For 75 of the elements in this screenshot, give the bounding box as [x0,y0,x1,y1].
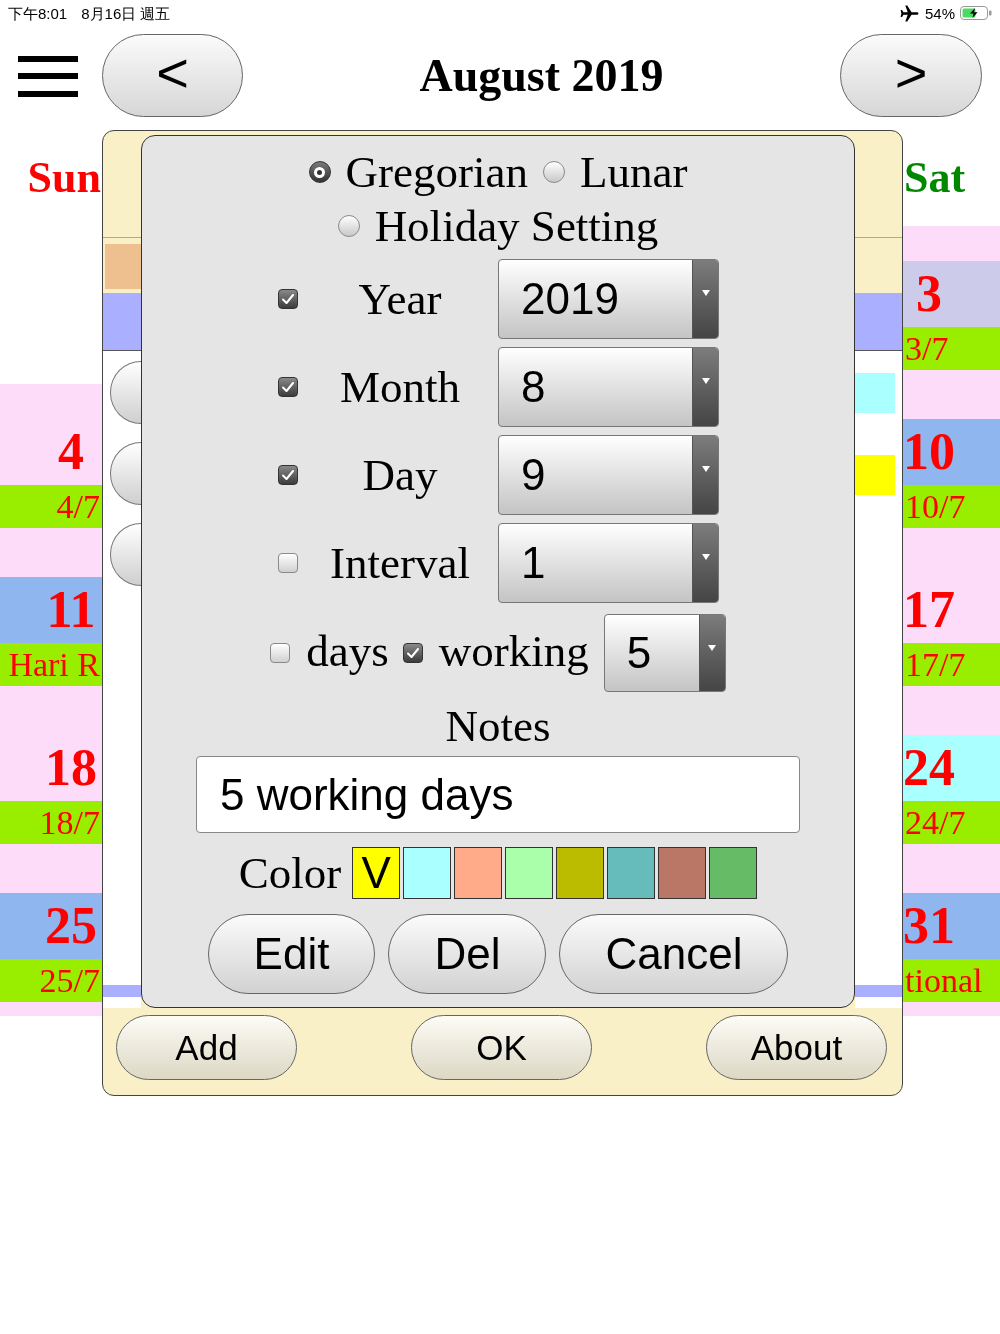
status-time: 下午8:01 [8,5,68,21]
color-swatch[interactable] [505,847,554,899]
day-cell[interactable]: 24 24/7 [903,700,1000,858]
list-footer-bar [855,985,902,997]
checkmark-icon [406,648,419,658]
date-note: 10/7 [903,485,1000,528]
color-swatch[interactable]: V [352,847,401,899]
radio-label[interactable]: Gregorian [345,145,528,199]
field-label: Month [340,364,460,410]
list-header-bar [855,293,902,351]
delete-button[interactable]: Del [388,914,547,994]
edit-button[interactable]: Edit [207,914,376,994]
weekday-header: Sun [27,156,101,200]
dropdown[interactable]: 1 [498,523,719,603]
checkbox[interactable] [278,553,298,573]
color-swatch[interactable] [658,847,707,899]
date-note: 25/7 [0,959,102,1002]
field-label: Interval [330,540,470,586]
checkbox[interactable] [278,289,298,309]
checkbox[interactable] [278,377,298,397]
checkbox[interactable] [402,643,423,663]
day-number: 25 [0,893,102,959]
color-swatch[interactable] [556,847,605,899]
radio-label[interactable]: Lunar [580,145,688,199]
dropdown[interactable]: 5 [603,614,726,692]
checkmark-icon [282,470,294,480]
add-button[interactable]: Add [116,1015,297,1080]
notes-field[interactable]: 5 working days [196,756,800,833]
radio-label[interactable]: Holiday Setting [374,199,659,253]
battery-percentage: 54% [924,5,955,21]
checkmark-icon [282,382,294,392]
date-note: tional [903,959,1000,1002]
dropdown[interactable]: 9 [498,435,719,515]
dropdown[interactable]: 2019 [498,259,719,339]
field-label: Day [362,452,438,498]
date-note: 17/7 [903,643,1000,686]
next-month-button[interactable]: > [840,34,982,117]
radio-button[interactable] [543,161,565,183]
date-note: 24/7 [903,801,1000,844]
radio-button[interactable] [308,161,331,183]
date-note: Hari R [0,643,102,686]
color-swatch[interactable] [607,847,656,899]
checkbox-label[interactable]: days [306,628,389,678]
airplane-icon [899,4,919,22]
previous-month-button[interactable]: < [102,34,243,117]
color-swatch[interactable] [403,847,452,899]
cancel-button[interactable]: Cancel [559,914,789,994]
menu-icon[interactable] [18,56,78,97]
field-label: Year [358,276,442,322]
checkbox[interactable] [278,465,298,485]
date-note: 3/7 [903,327,1000,370]
date-note: 18/7 [0,801,102,844]
date-note: 4/7 [0,485,102,528]
day-number: 11 [0,577,102,643]
day-number: 31 [903,893,1000,959]
color-label: Color [238,850,342,896]
about-button[interactable]: About [706,1015,887,1080]
dropdown[interactable]: 8 [498,347,719,427]
color-swatch[interactable] [709,847,758,899]
day-number: 3 [903,261,1000,327]
month-title: August 2019 [418,49,665,103]
notes-label: Notes [445,700,551,752]
day-number: 10 [903,419,1000,485]
day-number: 24 [903,735,1000,801]
list-header-bar [103,293,141,351]
checkmark-icon [282,294,294,304]
checkbox[interactable] [270,643,291,663]
checkbox-label[interactable]: working [438,628,589,678]
color-swatch[interactable] [454,847,503,899]
radio-button[interactable] [337,215,360,237]
battery-icon [960,6,992,20]
list-footer-bar [103,985,141,997]
status-date: 8月16日 週五 [81,5,171,21]
weekday-header: Sat [904,156,966,200]
ok-button[interactable]: OK [411,1015,592,1080]
